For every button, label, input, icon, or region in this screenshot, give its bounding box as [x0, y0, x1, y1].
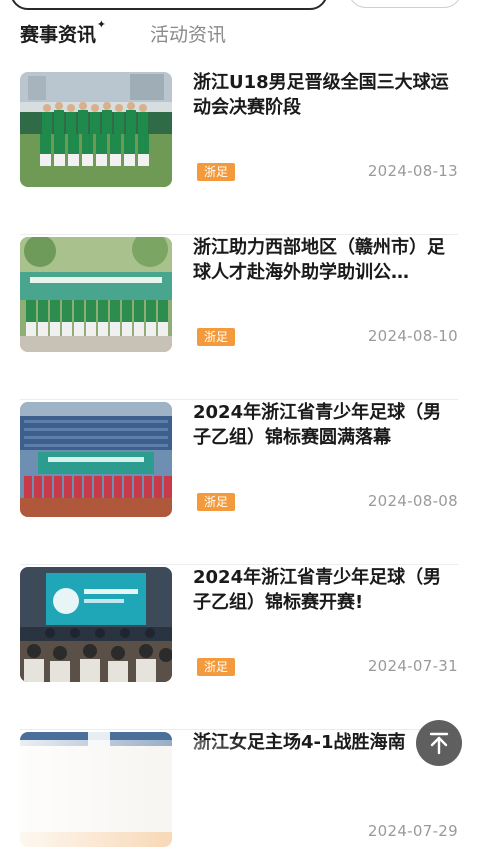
news-thumbnail: [20, 732, 172, 847]
news-date: 2024-08-13: [367, 162, 458, 180]
news-page: 赛事资讯 ✦ 活动资讯 浙江U18男足晋级全国三大球运动会决赛阶段 浙足 202…: [0, 0, 478, 850]
news-item[interactable]: 浙江女足主场4-1战胜海南 2024-07-29: [20, 730, 458, 850]
news-item[interactable]: 浙江U18男足晋级全国三大球运动会决赛阶段 浙足 2024-08-13: [20, 70, 458, 235]
search-bar[interactable]: [10, 0, 328, 10]
news-thumbnail: [20, 567, 172, 682]
sparkle-icon: ✦: [96, 18, 107, 31]
news-date: 2024-07-29: [367, 822, 458, 840]
source-tag: 浙足: [197, 493, 236, 511]
news-thumbnail: [20, 72, 172, 187]
news-date: 2024-08-10: [367, 327, 458, 345]
news-title: 浙江助力西部地区（赣州市）足球人才赴海外助学助训公…: [193, 237, 445, 283]
tab-label: 赛事资讯: [20, 24, 97, 46]
source-tag: 浙足: [197, 163, 236, 181]
news-date: 2024-08-08: [367, 492, 458, 510]
source-tag: 浙足: [197, 328, 236, 346]
arrow-up-to-line-icon: [429, 732, 449, 755]
news-thumbnail: [20, 402, 172, 517]
tab-label: 活动资讯: [150, 24, 227, 46]
tab-activity-news[interactable]: 活动资讯: [150, 20, 226, 47]
news-date: 2024-07-31: [367, 657, 458, 675]
back-to-top-button[interactable]: [416, 720, 462, 766]
news-title: 浙江U18男足晋级全国三大球运动会决赛阶段: [193, 72, 449, 118]
news-title: 2024年浙江省青少年足球（男子乙组）锦标赛开赛!: [193, 567, 442, 613]
source-tag: 浙足: [197, 658, 236, 676]
news-thumbnail: [20, 237, 172, 352]
news-item[interactable]: 浙江助力西部地区（赣州市）足球人才赴海外助学助训公… 浙足 2024-08-10: [20, 235, 458, 400]
news-item[interactable]: 2024年浙江省青少年足球（男子乙组）锦标赛开赛! 浙足 2024-07-31: [20, 565, 458, 730]
news-title: 2024年浙江省青少年足球（男子乙组）锦标赛圆满落幕: [193, 402, 442, 448]
news-item[interactable]: 2024年浙江省青少年足球（男子乙组）锦标赛圆满落幕 浙足 2024-08-08: [20, 400, 458, 565]
header-action-pill[interactable]: [348, 0, 462, 8]
tab-event-news[interactable]: 赛事资讯 ✦: [20, 18, 106, 50]
